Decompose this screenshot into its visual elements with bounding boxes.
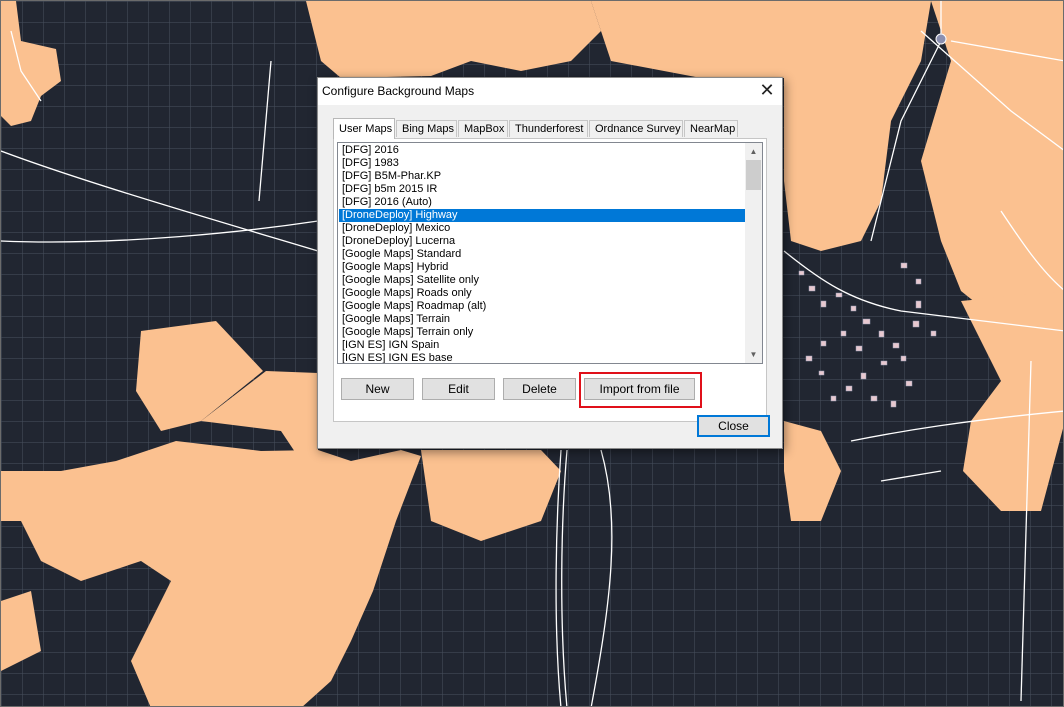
close-button[interactable]: Close [697,415,770,437]
list-item[interactable]: [Google Maps] Hybrid [339,261,745,274]
list-item[interactable]: [DFG] 2016 (Auto) [339,196,745,209]
list-item[interactable]: [DFG] 1983 [339,157,745,170]
list-item[interactable]: [Google Maps] Roadmap (alt) [339,300,745,313]
list-item[interactable]: [Google Maps] Satellite only [339,274,745,287]
configure-background-maps-dialog: Configure Background Maps ✕ User Maps Bi… [317,77,783,449]
dialog-title: Configure Background Maps [322,84,475,98]
list-item[interactable]: [DFG] B5M-Phar.KP [339,170,745,183]
list-item[interactable]: [IGN ES] IGN Spain [339,339,745,352]
vertical-scrollbar[interactable]: ▲ ▼ [745,143,762,363]
delete-button[interactable]: Delete [503,378,576,400]
scrollbar-thumb[interactable] [746,160,761,190]
list-item[interactable]: [Google Maps] Terrain only [339,326,745,339]
maps-list: [DFG] 2016 [DFG] 1983 [DFG] B5M-Phar.KP [DF… [339,144,745,363]
close-icon[interactable]: ✕ [752,78,782,105]
dialog-titlebar[interactable]: Configure Background Maps ✕ [318,78,782,105]
land-parcel [1,591,41,671]
import-from-file-button[interactable]: Import from file [584,378,695,400]
scroll-up-icon[interactable]: ▲ [745,143,762,160]
list-item[interactable]: [Google Maps] Roads only [339,287,745,300]
land-parcel [1,441,421,706]
scroll-down-icon[interactable]: ▼ [745,346,762,363]
land-parcel [306,1,601,78]
land-parcel [421,450,561,541]
list-item[interactable]: [Google Maps] Standard [339,248,745,261]
list-item[interactable]: [DroneDeploy] Lucerna [339,235,745,248]
list-item[interactable]: [DroneDeploy] Mexico [339,222,745,235]
tab-bing-maps[interactable]: Bing Maps [396,120,457,137]
list-item[interactable]: [DroneDeploy] Highway [339,209,745,222]
edit-button[interactable]: Edit [422,378,495,400]
tab-mapbox[interactable]: MapBox [458,120,508,137]
land-parcel [1,1,61,126]
list-item[interactable]: [IGN ES] IGN ES base [339,352,745,363]
list-item[interactable]: [Google Maps] Terrain [339,313,745,326]
tab-nearmap[interactable]: NearMap [684,120,738,137]
tab-user-maps[interactable]: User Maps [333,118,395,139]
land-parcel [784,421,841,521]
list-item[interactable]: [DFG] b5m 2015 IR [339,183,745,196]
list-item[interactable]: [DFG] 2016 [339,144,745,157]
roundabout-marker [935,33,947,45]
maps-listbox[interactable]: [DFG] 2016 [DFG] 1983 [DFG] B5M-Phar.KP [DF… [337,142,763,364]
new-button[interactable]: New [341,378,414,400]
tab-ordnance-survey[interactable]: Ordnance Survey [589,120,683,137]
tab-thunderforest[interactable]: Thunderforest [509,120,588,137]
